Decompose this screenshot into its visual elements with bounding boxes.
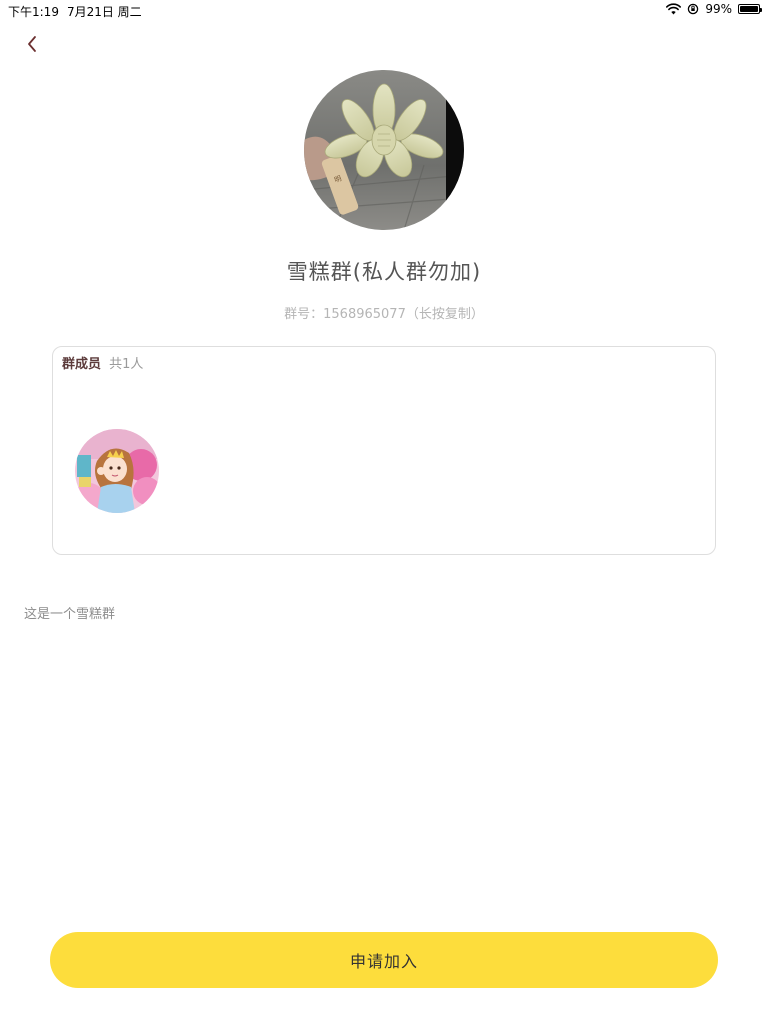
member-avatar-image bbox=[75, 429, 159, 513]
group-info-screen: 下午1:19 7月21日 周二 99% 明 雪糕群(私人群勿加) 群号：1568… bbox=[0, 0, 768, 1024]
status-date: 7月21日 周二 bbox=[66, 5, 142, 19]
group-avatar: 明 bbox=[304, 70, 464, 230]
member-avatar[interactable] bbox=[75, 429, 159, 513]
members-count: 共1人 bbox=[109, 357, 144, 372]
group-avatar-image: 明 bbox=[304, 70, 464, 230]
group-name: 雪糕群(私人群勿加) bbox=[286, 260, 482, 284]
battery-level-fill bbox=[740, 6, 758, 12]
members-header: 群成员 共1人 bbox=[62, 353, 143, 372]
orientation-lock-icon bbox=[688, 3, 699, 15]
apply-join-button[interactable]: 申请加入 bbox=[50, 932, 718, 988]
group-number[interactable]: 群号：1568965077（长按复制） bbox=[0, 303, 768, 322]
status-left: 下午1:19 7月21日 周二 bbox=[8, 3, 142, 20]
status-bar: 下午1:19 7月21日 周二 99% bbox=[0, 0, 768, 20]
back-button[interactable] bbox=[20, 30, 48, 58]
group-description: 这是一个雪糕群 bbox=[24, 607, 116, 622]
status-time: 下午1:19 bbox=[8, 5, 59, 19]
wifi-icon bbox=[666, 3, 682, 15]
members-title: 群成员 bbox=[62, 357, 102, 372]
battery-icon bbox=[738, 4, 762, 14]
chevron-left-icon bbox=[28, 36, 36, 52]
battery-percent: 99% bbox=[705, 2, 732, 16]
members-card: 群成员 共1人 bbox=[52, 346, 716, 555]
status-right: 99% bbox=[666, 2, 762, 16]
